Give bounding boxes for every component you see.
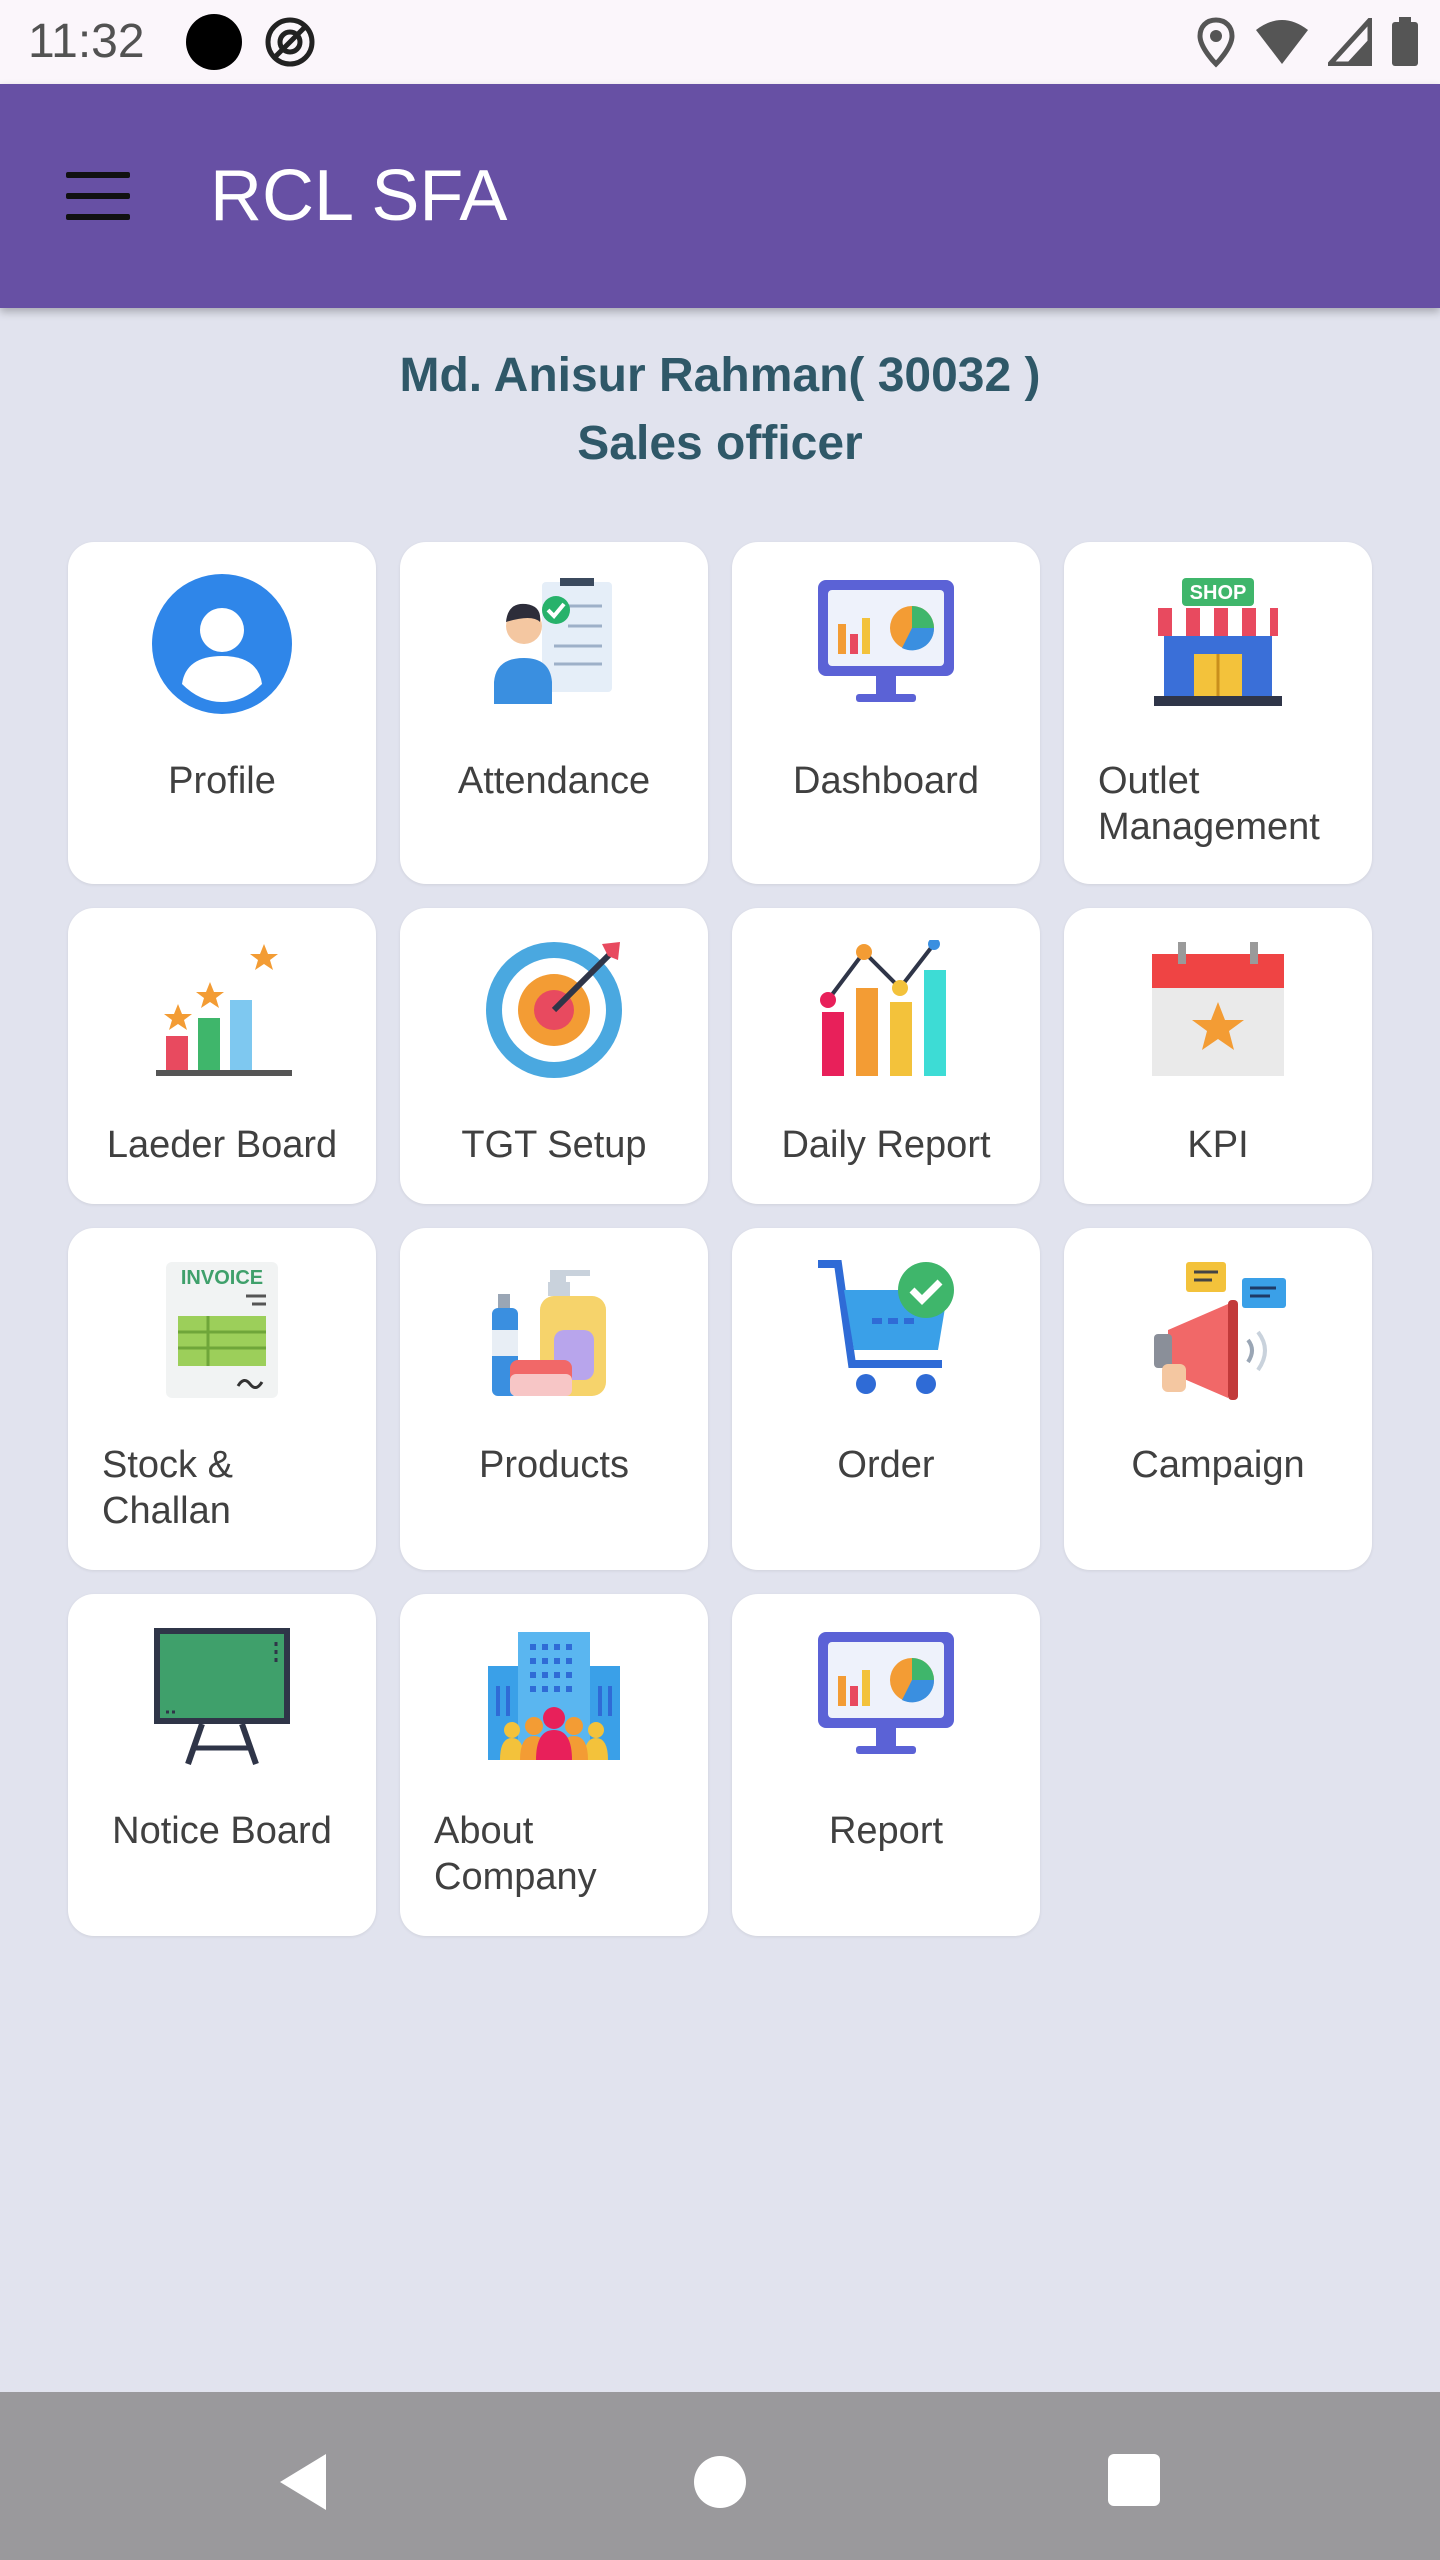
tile-about-company[interactable]: About Company xyxy=(400,1594,708,1936)
tile-tgt-setup[interactable]: TGT Setup xyxy=(400,908,708,1204)
tile-label: Report xyxy=(828,1810,944,1852)
tile-notice-board[interactable]: Notice Board xyxy=(68,1594,376,1936)
home-icon[interactable] xyxy=(694,2456,746,2508)
company-building-icon xyxy=(488,1632,620,1760)
megaphone-icon xyxy=(1154,1262,1286,1400)
shop-icon: SHOP xyxy=(1154,578,1282,706)
tile-label: Dashboard xyxy=(793,760,979,802)
tile-label: Products xyxy=(479,1444,629,1486)
recent-apps-icon[interactable] xyxy=(1108,2454,1160,2506)
tile-profile[interactable]: Profile xyxy=(68,542,376,884)
attendance-icon xyxy=(494,578,612,704)
profile-icon xyxy=(152,574,292,714)
tile-report[interactable]: Report xyxy=(732,1594,1040,1936)
tile-stock-challan[interactable]: INVOICE Stock & Challan xyxy=(68,1228,376,1570)
target-icon xyxy=(486,942,622,1078)
invoice-icon: INVOICE xyxy=(166,1262,278,1398)
tile-label: Daily Report xyxy=(781,1124,991,1166)
tile-label: Campaign xyxy=(1131,1444,1305,1486)
tile-attendance[interactable]: Attendance xyxy=(400,542,708,884)
tile-label: TGT Setup xyxy=(461,1124,647,1166)
tile-label: Stock & Challan xyxy=(102,1444,233,1532)
tile-label: Notice Board xyxy=(112,1810,332,1852)
invoice-header-text: INVOICE xyxy=(181,1267,263,1289)
menu-grid: Profile Attendance Dashboard SHOP Outlet… xyxy=(0,0,1440,2400)
chalkboard-icon xyxy=(154,1628,290,1765)
tile-label: Laeder Board xyxy=(106,1124,338,1166)
tile-dashboard[interactable]: Dashboard xyxy=(732,542,1040,884)
daily-report-icon xyxy=(820,940,946,1076)
tile-outlet-management[interactable]: SHOP Outlet Management xyxy=(1064,542,1372,884)
system-nav-bar xyxy=(0,2392,1440,2560)
calendar-star-icon xyxy=(1152,942,1284,1076)
back-icon[interactable] xyxy=(270,2442,350,2522)
dashboard-icon xyxy=(818,580,954,702)
tile-label: KPI xyxy=(1187,1124,1249,1166)
report-icon xyxy=(818,1632,954,1754)
tile-campaign[interactable]: Campaign xyxy=(1064,1228,1372,1570)
tile-label: About Company xyxy=(434,1810,597,1898)
tile-daily-report[interactable]: Daily Report xyxy=(732,908,1040,1204)
cart-icon xyxy=(818,1260,954,1394)
tile-label: Attendance xyxy=(457,760,651,802)
tile-label: Profile xyxy=(168,760,276,802)
leaderboard-icon xyxy=(156,944,292,1076)
products-icon xyxy=(492,1270,606,1396)
tile-label: Order xyxy=(837,1444,935,1486)
shop-sign-text: SHOP xyxy=(1190,582,1247,604)
tile-order[interactable]: Order xyxy=(732,1228,1040,1570)
tile-leader-board[interactable]: Laeder Board xyxy=(68,908,376,1204)
tile-label: Outlet Management xyxy=(1098,760,1320,848)
tile-products[interactable]: Products xyxy=(400,1228,708,1570)
tile-kpi[interactable]: KPI xyxy=(1064,908,1372,1204)
